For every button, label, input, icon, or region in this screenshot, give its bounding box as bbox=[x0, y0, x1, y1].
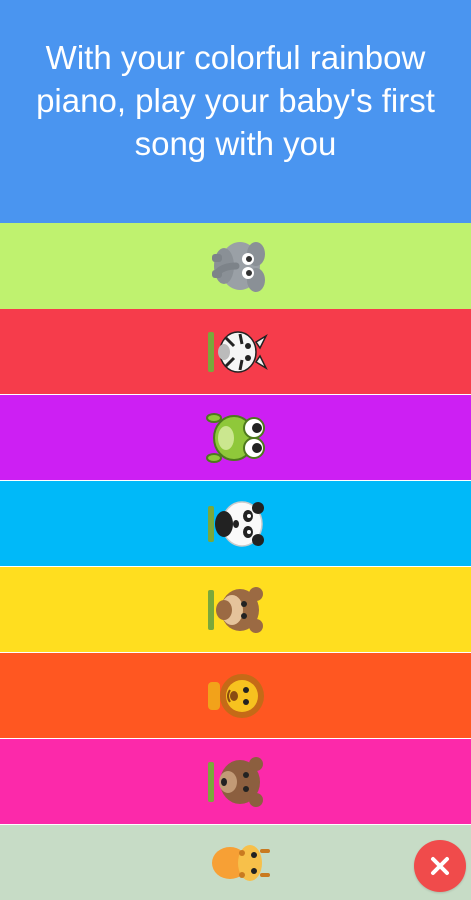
piano-key-2[interactable] bbox=[0, 309, 471, 394]
header-banner: With your colorful rainbow piano, play y… bbox=[0, 0, 471, 223]
piano-key-3[interactable] bbox=[0, 395, 471, 480]
piano-key-5[interactable] bbox=[0, 567, 471, 652]
piano-key-6[interactable] bbox=[0, 653, 471, 738]
elephant-icon bbox=[211, 242, 265, 292]
giraffe-icon bbox=[211, 844, 270, 881]
panda-icon bbox=[207, 500, 264, 547]
lion-icon bbox=[207, 673, 264, 718]
close-button[interactable] bbox=[414, 840, 466, 892]
zebra-icon bbox=[207, 330, 268, 373]
monkey-icon bbox=[207, 586, 263, 633]
bear-icon bbox=[207, 756, 263, 807]
rainbow-piano bbox=[0, 223, 471, 900]
piano-key-1[interactable] bbox=[0, 223, 471, 309]
banner-title: With your colorful rainbow piano, play y… bbox=[36, 39, 435, 162]
piano-key-7[interactable] bbox=[0, 739, 471, 824]
piano-key-8[interactable] bbox=[0, 825, 471, 900]
frog-icon bbox=[205, 412, 265, 463]
app-screen: With your colorful rainbow piano, play y… bbox=[0, 0, 471, 900]
piano-key-4[interactable] bbox=[0, 481, 471, 566]
close-icon bbox=[431, 857, 449, 875]
